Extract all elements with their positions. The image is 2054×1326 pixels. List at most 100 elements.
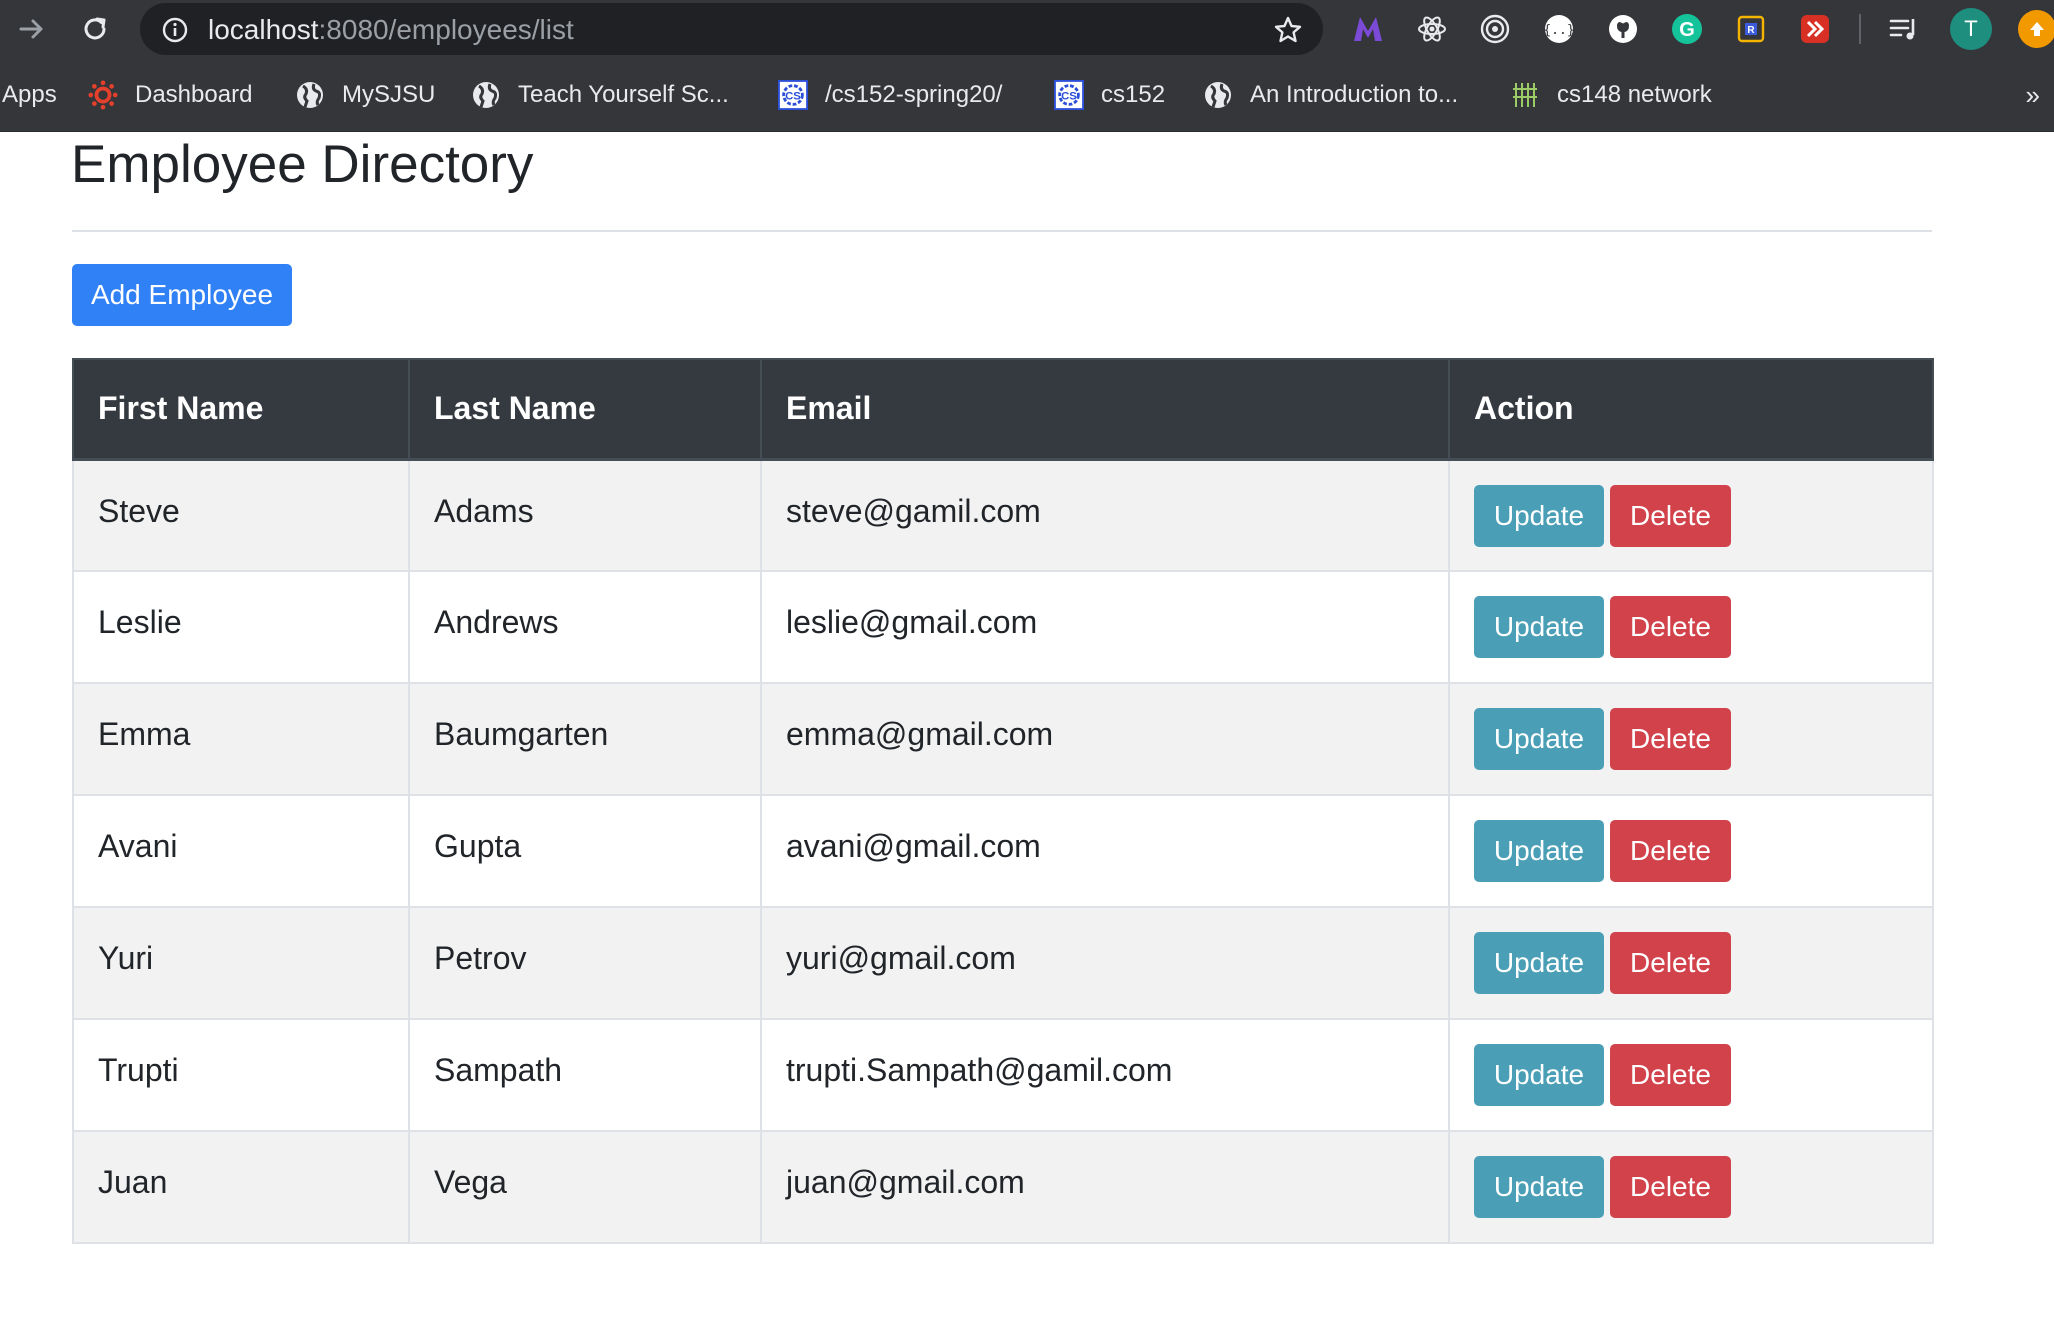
update-button[interactable]: Update — [1474, 708, 1604, 770]
bookmark-label: Apps — [2, 81, 57, 108]
action-cell: Update Delete — [1448, 682, 1934, 796]
svg-text:G: G — [1679, 19, 1695, 41]
bookmarks-overflow-button[interactable]: » — [2026, 80, 2040, 111]
email-cell: juan@gmail.com — [760, 1130, 1450, 1244]
reload-icon — [84, 17, 106, 40]
last-name-cell: Andrews — [408, 570, 762, 684]
bookmark-cs152[interactable]: CS cs152 — [1054, 58, 1165, 132]
update-chrome-icon[interactable] — [2018, 10, 2054, 48]
last-name-cell: Sampath — [408, 1018, 762, 1132]
redirect-icon[interactable] — [1799, 13, 1831, 45]
bookmark-mysjsu[interactable]: MySJSU — [295, 58, 435, 132]
table-row: Emma Baumgarten emma@gmail.com Update Del… — [72, 682, 1934, 796]
cs-logo-icon: CS — [1054, 80, 1084, 110]
profile-initial: T — [1964, 16, 1978, 41]
update-button[interactable]: Update — [1474, 596, 1604, 658]
action-cell: Update Delete — [1448, 1018, 1934, 1132]
last-name-cell: Adams — [408, 458, 762, 572]
delete-button[interactable]: Delete — [1610, 1156, 1731, 1218]
delete-button[interactable]: Delete — [1610, 708, 1731, 770]
first-name-cell: Avani — [72, 794, 410, 908]
add-employee-button[interactable]: Add Employee — [72, 264, 292, 326]
action-cell: Update Delete — [1448, 570, 1934, 684]
column-header-first-name: First Name — [72, 358, 410, 461]
globe-icon — [471, 80, 501, 110]
react-devtools-icon[interactable] — [1416, 13, 1448, 45]
bookmark-label: /cs152-spring20/ — [825, 81, 1003, 108]
cs-logo-icon: CS — [778, 80, 808, 110]
action-cell: Update Delete — [1448, 458, 1934, 572]
address-bar[interactable]: localhost:8080/employees/list — [140, 3, 1323, 55]
bookmarks-bar: Apps Dashboard MySJSU Teach Yourself Sc.… — [0, 58, 2054, 132]
target-icon[interactable] — [1479, 13, 1511, 45]
page-title: Employee Directory — [71, 135, 534, 194]
last-name-cell: Baumgarten — [408, 682, 762, 796]
arrow-right-icon — [19, 19, 43, 39]
table-row: Avani Gupta avani@gmail.com Update Delete — [72, 794, 1934, 908]
email-cell: leslie@gmail.com — [760, 570, 1450, 684]
globe-icon — [1203, 80, 1233, 110]
first-name-cell: Steve — [72, 458, 410, 572]
email-cell: trupti.Sampath@gamil.com — [760, 1018, 1450, 1132]
delete-button[interactable]: Delete — [1610, 932, 1731, 994]
update-button[interactable]: Update — [1474, 932, 1604, 994]
reading-list-icon[interactable] — [1888, 13, 1920, 45]
email-cell: avani@gmail.com — [760, 794, 1450, 908]
svg-text:CS: CS — [1061, 91, 1077, 103]
delete-button[interactable]: Delete — [1610, 596, 1731, 658]
rss-icon[interactable]: R — [1735, 13, 1767, 45]
bookmark-label: cs152 — [1101, 81, 1166, 108]
action-cell: Update Delete — [1448, 1130, 1934, 1244]
bookmark-star-icon[interactable] — [1273, 15, 1303, 50]
url-text: localhost:8080/employees/list — [208, 15, 574, 45]
first-name-cell: Trupti — [72, 1018, 410, 1132]
update-button[interactable]: Update — [1474, 1044, 1604, 1106]
column-header-last-name: Last Name — [408, 358, 762, 461]
svg-text:R: R — [1747, 25, 1755, 36]
svg-text:{..}: {..} — [1543, 23, 1574, 38]
column-header-email: Email — [760, 358, 1450, 461]
first-name-cell: Emma — [72, 682, 410, 796]
delete-button[interactable]: Delete — [1610, 484, 1731, 547]
delete-button[interactable]: Delete — [1610, 820, 1731, 882]
table-row: Trupti Sampath trupti.Sampath@gamil.com … — [72, 1018, 1934, 1132]
reload-button[interactable] — [75, 9, 115, 49]
profile-avatar[interactable]: T — [1950, 8, 1992, 50]
update-button[interactable]: Update — [1474, 1156, 1604, 1218]
url-host: localhost — [208, 14, 319, 45]
email-cell: steve@gamil.com — [760, 458, 1450, 572]
url-path: :8080/employees/list — [318, 14, 574, 45]
last-name-cell: Petrov — [408, 906, 762, 1020]
divider — [72, 230, 1932, 232]
forward-button[interactable] — [12, 9, 52, 49]
bookmark-label: An Introduction to... — [1250, 81, 1459, 108]
bookmark-label: Dashboard — [135, 81, 253, 108]
bookmark-cs152-spring20[interactable]: CS /cs152-spring20/ — [778, 58, 1002, 132]
first-name-cell: Yuri — [72, 906, 410, 1020]
site-info-icon[interactable] — [162, 17, 188, 48]
employee-table: First Name Last Name Email Action Steve … — [72, 358, 1934, 1244]
table-row: Juan Vega juan@gmail.com Update Delete — [72, 1130, 1934, 1244]
network-icon — [1510, 80, 1540, 110]
update-button[interactable]: Update — [1474, 484, 1604, 547]
table-row: Yuri Petrov yuri@gmail.com Update Delete — [72, 906, 1934, 1020]
bookmark-cs148-network[interactable]: cs148 network — [1510, 58, 1712, 132]
bookmark-an-introduction[interactable]: An Introduction to... — [1203, 58, 1458, 132]
json-icon[interactable]: {..} — [1543, 13, 1575, 45]
column-header-action: Action — [1448, 358, 1934, 461]
monica-icon[interactable] — [1352, 13, 1384, 45]
table-row: Steve Adams steve@gamil.com Update Delete — [72, 458, 1934, 572]
action-cell: Update Delete — [1448, 794, 1934, 908]
grammarly-icon[interactable]: G — [1671, 13, 1703, 45]
github-icon[interactable] — [1607, 13, 1639, 45]
bookmark-label: Teach Yourself Sc... — [518, 81, 729, 108]
bookmark-dashboard[interactable]: Dashboard — [88, 58, 252, 132]
bookmark-label: cs148 network — [1557, 81, 1712, 108]
action-cell: Update Delete — [1448, 906, 1934, 1020]
bookmark-apps[interactable]: Apps — [2, 58, 57, 132]
delete-button[interactable]: Delete — [1610, 1044, 1731, 1106]
update-button[interactable]: Update — [1474, 820, 1604, 882]
last-name-cell: Gupta — [408, 794, 762, 908]
svg-text:CS: CS — [785, 91, 801, 103]
bookmark-teach-yourself[interactable]: Teach Yourself Sc... — [471, 58, 729, 132]
